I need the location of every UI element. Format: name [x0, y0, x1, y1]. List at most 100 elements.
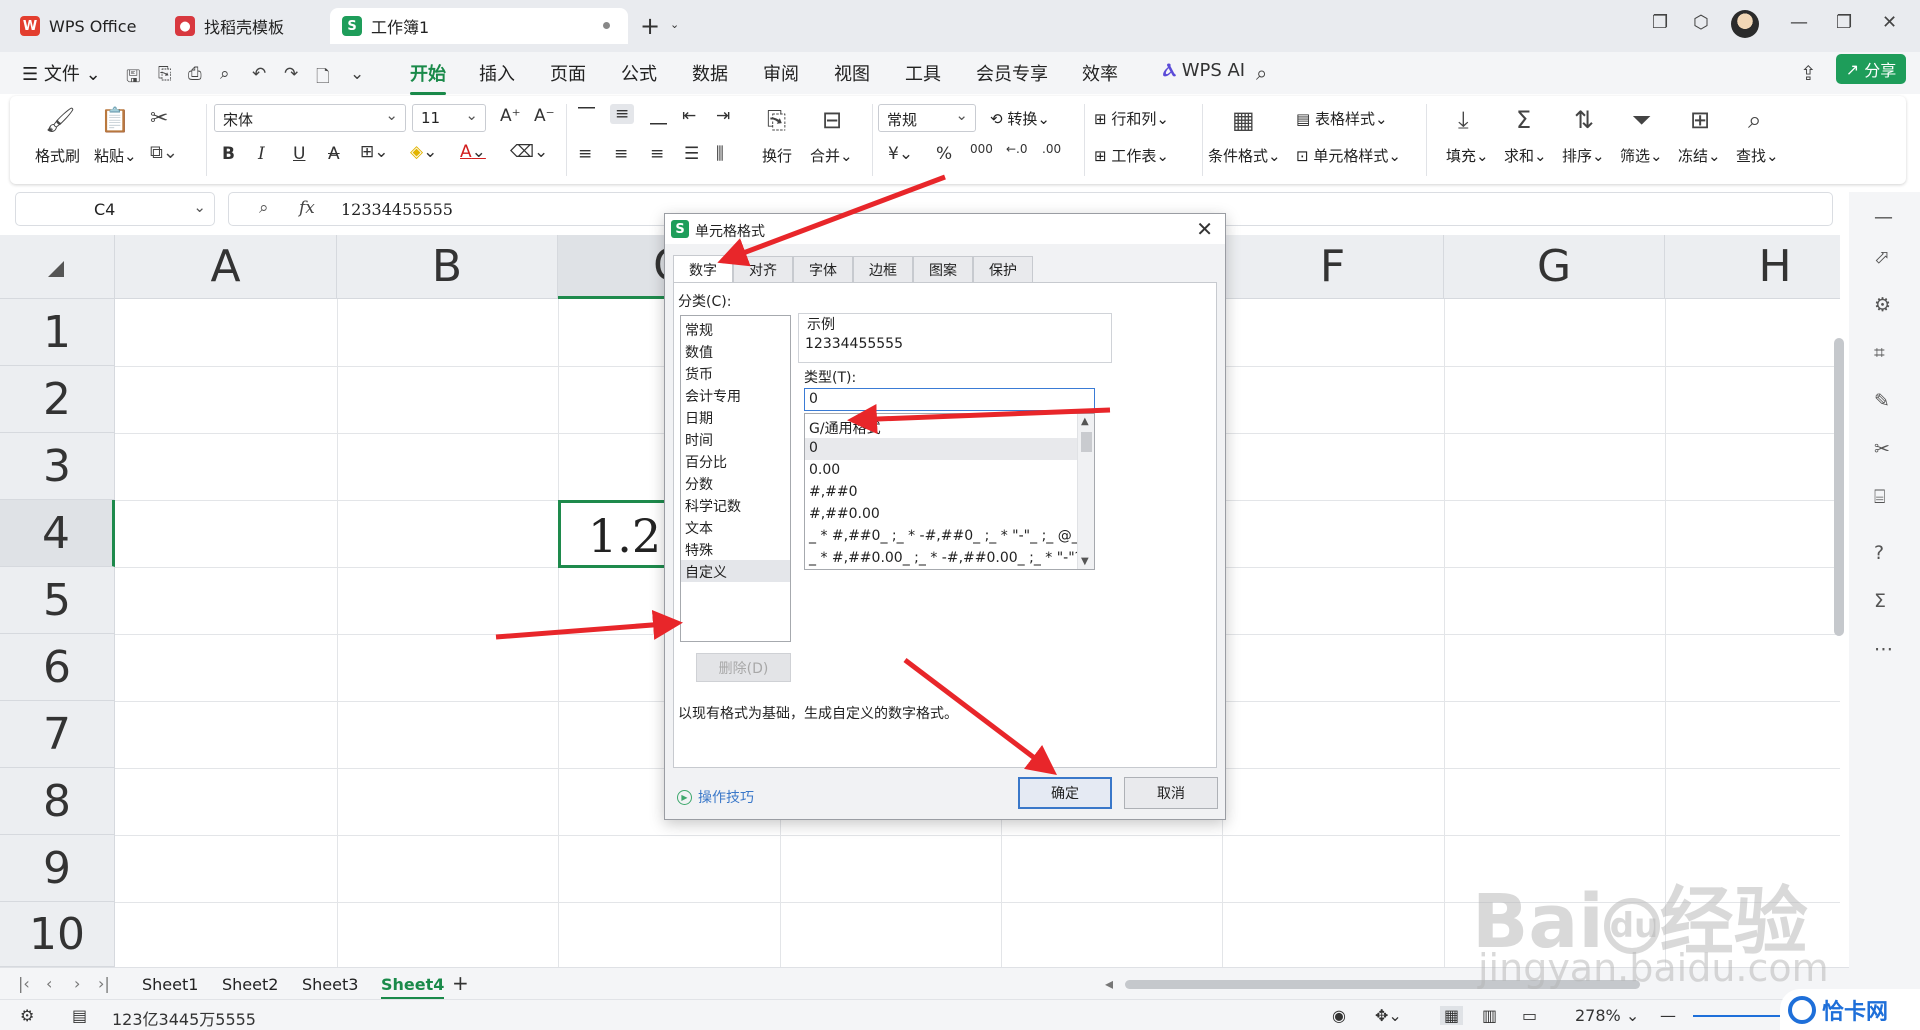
percent-icon[interactable]: % [936, 144, 952, 164]
category-scientific[interactable]: 科学记数 [681, 494, 790, 516]
avatar[interactable] [1731, 10, 1759, 38]
zoom-level[interactable]: 278% ⌄ [1575, 1006, 1639, 1025]
prev-sheet-icon[interactable]: ‹ [46, 974, 52, 993]
row-header-4[interactable]: 4 [0, 500, 115, 567]
tips-link[interactable]: ▶ 操作技巧 [677, 787, 754, 807]
dialog-close-icon[interactable]: ✕ [1196, 217, 1213, 241]
tab-insert[interactable]: 插入 [479, 60, 515, 86]
dialog-tab-pattern[interactable]: 图案 [913, 256, 973, 282]
convert-button[interactable]: ⟲ 转换⌄ [990, 108, 1050, 129]
font-color-icon[interactable]: A⌄ [460, 142, 486, 162]
currency-icon[interactable]: ¥⌄ [888, 144, 913, 164]
macro-icon[interactable]: ⚙ [20, 1006, 34, 1025]
tab-tools[interactable]: 工具 [905, 60, 941, 86]
category-special[interactable]: 特殊 [681, 538, 790, 560]
zoom-formula-icon[interactable]: ⌕ [259, 198, 269, 218]
dialog-tab-number[interactable]: 数字 [673, 255, 733, 283]
category-time[interactable]: 时间 [681, 428, 790, 450]
eye-protect-icon[interactable]: ◉ [1332, 1006, 1346, 1025]
category-fraction[interactable]: 分数 [681, 472, 790, 494]
column-header-g[interactable]: G [1444, 235, 1665, 299]
conditional-format-label[interactable]: 条件格式⌄ [1208, 145, 1281, 166]
dialog-tab-alignment[interactable]: 对齐 [733, 256, 793, 282]
category-percentage[interactable]: 百分比 [681, 450, 790, 472]
minimize-icon[interactable]: — [1790, 12, 1808, 33]
column-header-f[interactable]: F [1222, 235, 1444, 299]
add-sheet-icon[interactable]: + [452, 971, 469, 995]
font-name-select[interactable]: 宋体 [214, 104, 406, 132]
category-number[interactable]: 数值 [681, 340, 790, 362]
row-header-10[interactable]: 10 [0, 902, 115, 967]
zoom-out-icon[interactable]: — [1660, 1006, 1676, 1025]
first-sheet-icon[interactable]: |‹ [18, 974, 30, 993]
tab-view[interactable]: 视图 [834, 60, 870, 86]
sheet-tab-3[interactable]: Sheet3 [302, 975, 358, 994]
increase-decimal-icon[interactable]: ←.0 [1006, 142, 1028, 156]
tab-formula[interactable]: 公式 [621, 60, 657, 86]
column-header-a[interactable]: A [115, 235, 337, 299]
cube-icon[interactable]: ⬡ [1693, 12, 1709, 33]
redo-icon[interactable]: ↷ [284, 64, 298, 84]
scroll-up-icon[interactable]: ▲ [1081, 416, 1089, 427]
formula-sum-icon[interactable]: Σ [1874, 590, 1886, 612]
tab-wps-office[interactable]: W WPS Office [8, 8, 153, 44]
row-header-7[interactable]: 7 [0, 701, 115, 768]
align-bottom-icon[interactable]: ⎽ [650, 106, 667, 126]
format-painter-label[interactable]: 格式刷 [35, 145, 80, 166]
type-option[interactable]: #,##0 [805, 482, 1077, 504]
row-header-6[interactable]: 6 [0, 634, 115, 701]
align-left-icon[interactable]: ≡ [578, 144, 592, 164]
export-icon[interactable]: ⎘ [158, 64, 172, 84]
type-option[interactable]: G/通用格式 [805, 416, 1077, 438]
category-text[interactable]: 文本 [681, 516, 790, 538]
border-icon[interactable]: ⊞⌄ [360, 142, 389, 162]
category-list[interactable]: 常规 数值 货币 会计专用 日期 时间 百分比 分数 科学记数 文本 特殊 自定… [680, 315, 791, 642]
filter-icon[interactable]: ⏷ [1632, 106, 1651, 134]
window-layout-icon[interactable]: ❐ [1652, 12, 1668, 33]
category-general[interactable]: 常规 [681, 318, 790, 340]
row-header-2[interactable]: 2 [0, 366, 115, 433]
next-sheet-icon[interactable]: › [74, 974, 80, 993]
row-header-5[interactable]: 5 [0, 567, 115, 634]
ai-writing-icon[interactable]: ✎ [1874, 390, 1890, 412]
ok-button[interactable]: 确定 [1018, 777, 1112, 809]
table-style-button[interactable]: ▤ 表格样式⌄ [1296, 108, 1388, 129]
conditional-format-icon[interactable]: ▦ [1232, 106, 1255, 134]
select-pointer-icon[interactable]: ⬀ [1874, 246, 1890, 268]
cancel-button[interactable]: 取消 [1124, 777, 1218, 809]
fill-label[interactable]: 填充⌄ [1446, 145, 1489, 166]
paste-icon[interactable]: 📋 [100, 106, 130, 134]
unsaved-dot-icon[interactable] [603, 22, 610, 29]
cut-icon[interactable]: ✂ [150, 106, 168, 131]
type-option[interactable]: _ * #,##0_ ;_ * -#,##0_ ;_ * "-"_ ;_ @_ [805, 526, 1077, 548]
decrease-font-icon[interactable]: A⁻ [534, 106, 555, 126]
type-list[interactable]: G/通用格式 0 0.00 #,##0 #,##0.00 _ * #,##0_ … [804, 413, 1095, 570]
tab-page[interactable]: 页面 [550, 60, 586, 86]
more-icon[interactable]: ⋯ [1874, 638, 1893, 660]
cloud-upload-icon[interactable]: ⇪ [1800, 61, 1817, 85]
print-preview-icon[interactable]: ⌕ [220, 64, 230, 84]
cell-style-button[interactable]: ⊡ 单元格样式⌄ [1296, 145, 1401, 166]
tab-list-chevron-icon[interactable]: ⌄ [670, 18, 679, 31]
crop-icon[interactable]: ⌗ [1874, 342, 1885, 364]
vertical-scrollbar[interactable] [1834, 318, 1844, 958]
last-sheet-icon[interactable]: ›| [98, 974, 110, 993]
indent-decrease-icon[interactable]: ⇤ [682, 106, 696, 126]
wps-ai-button[interactable]: Ⲁ WPS AI [1163, 60, 1245, 81]
freeze-label[interactable]: 冻结⌄ [1678, 145, 1721, 166]
row-header-1[interactable]: 1 [0, 299, 115, 366]
file-menu[interactable]: ☰ 文件 ⌄ [22, 60, 101, 86]
column-header-h[interactable]: H [1665, 235, 1840, 299]
thousands-icon[interactable]: 000 [970, 142, 993, 156]
formula-input[interactable]: 12334455555 [341, 200, 453, 219]
dialog-tab-protection[interactable]: 保护 [973, 256, 1033, 282]
row-header-8[interactable]: 8 [0, 768, 115, 835]
fx-icon[interactable]: fx [299, 198, 315, 218]
type-list-scrollbar[interactable]: ▲ ▼ [1077, 414, 1094, 569]
close-window-icon[interactable]: ✕ [1882, 12, 1897, 33]
align-top-icon[interactable]: ⎺ [578, 106, 595, 126]
view-mode-icon[interactable]: ✥⌄ [1375, 1006, 1402, 1025]
paste-label[interactable]: 粘贴⌄ [94, 145, 137, 166]
clear-format-icon[interactable]: ⌫⌄ [510, 142, 548, 162]
rows-cols-button[interactable]: ⊞ 行和列⌄ [1094, 108, 1169, 129]
